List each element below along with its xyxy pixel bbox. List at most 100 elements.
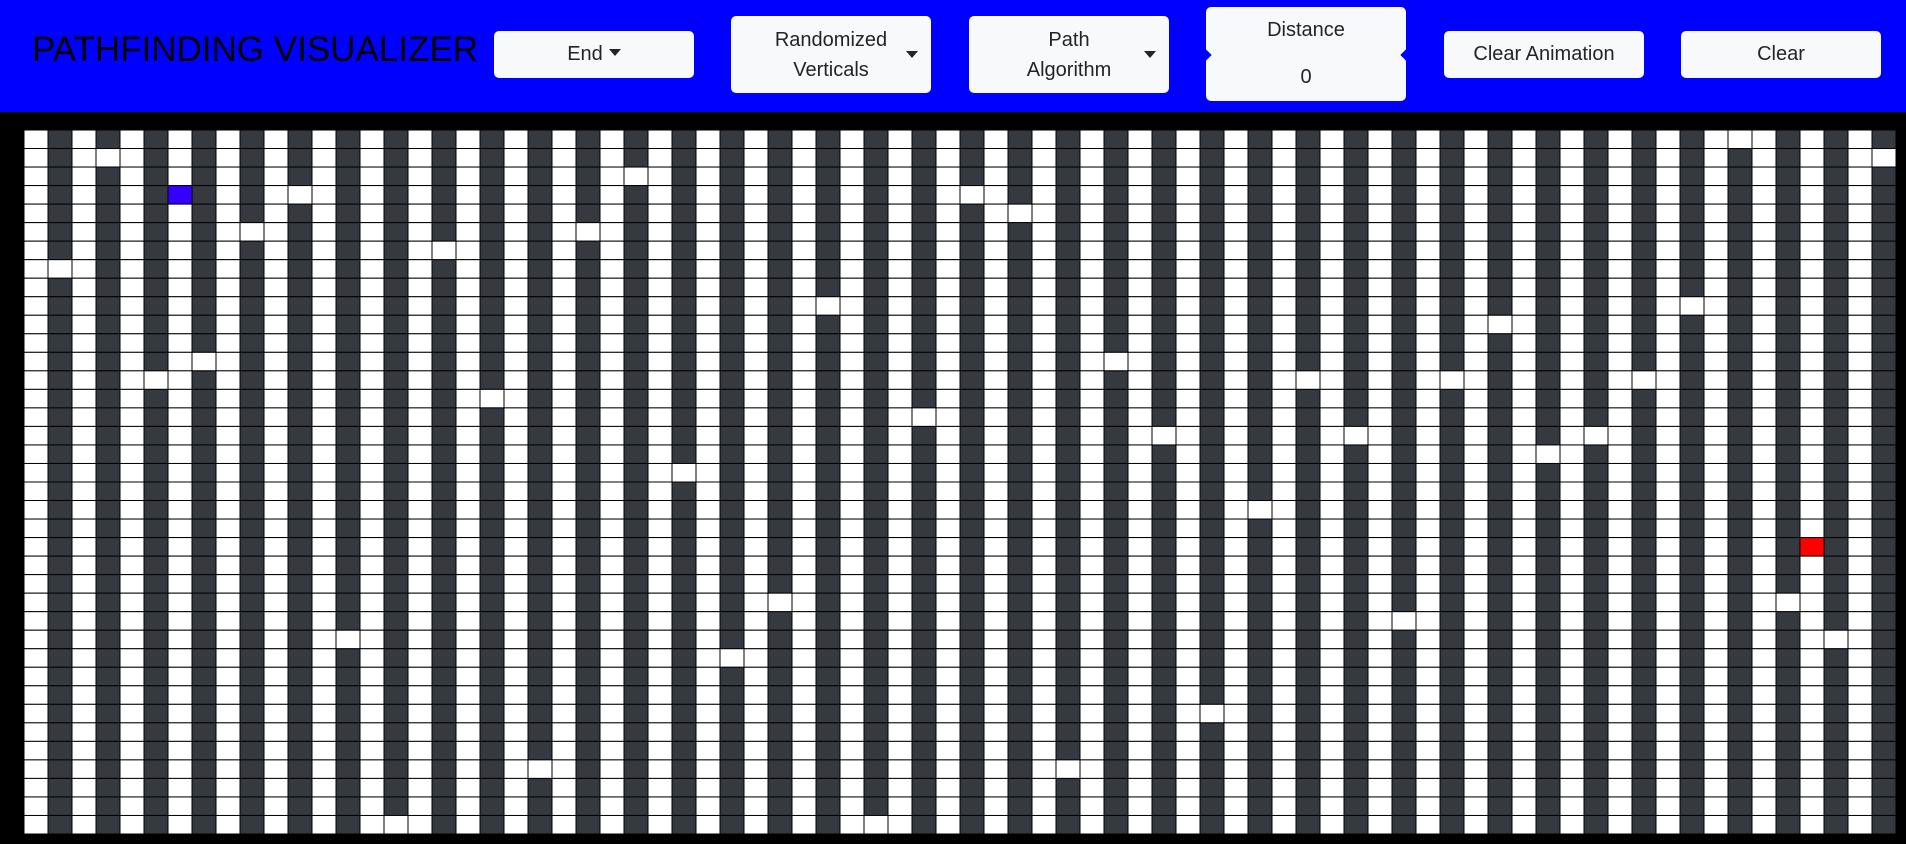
grid-cell[interactable] [1655,537,1681,557]
wall-cell[interactable] [239,333,265,353]
wall-cell[interactable] [1871,574,1896,594]
grid-cell[interactable] [71,814,97,834]
wall-cell[interactable] [911,148,937,168]
wall-cell[interactable] [479,740,505,761]
wall-cell[interactable] [191,407,217,427]
grid-cell[interactable] [887,611,913,631]
wall-cell[interactable] [623,333,649,353]
grid-cell[interactable] [503,648,529,668]
grid-cell[interactable] [791,777,817,798]
grid-cell[interactable] [1559,148,1585,168]
grid-cell[interactable] [167,703,193,724]
wall-cell[interactable] [959,648,985,668]
grid-cell[interactable] [311,481,337,502]
grid-cell[interactable] [1559,333,1585,353]
grid-cell[interactable] [743,629,769,650]
wall-cell[interactable] [1199,444,1225,464]
grid-cell[interactable] [167,537,193,557]
wall-cell[interactable] [47,444,73,464]
wall-cell[interactable] [431,444,457,464]
wall-cell[interactable] [1727,259,1753,279]
grid-cell[interactable] [215,685,241,705]
grid-cell[interactable] [119,666,145,687]
grid-cell[interactable] [935,314,961,335]
wall-cell[interactable] [719,185,745,205]
grid-cell[interactable] [1655,814,1681,834]
wall-cell[interactable] [1631,296,1657,316]
grid-cell[interactable] [263,222,289,242]
grid-cell[interactable] [1655,166,1681,187]
grid-cell[interactable] [503,666,529,687]
grid-cell[interactable] [455,203,481,224]
grid-cell[interactable] [1271,537,1297,557]
wall-cell[interactable] [1343,277,1369,298]
grid-cell[interactable] [119,740,145,761]
grid-cell[interactable] [647,370,673,390]
wall-cell[interactable] [1391,481,1417,502]
grid-cell[interactable] [1127,759,1153,779]
wall-cell[interactable] [383,333,409,353]
grid-cell[interactable] [791,185,817,205]
wall-cell[interactable] [1727,518,1753,539]
grid-cell[interactable] [359,259,385,279]
wall-cell[interactable] [143,592,169,613]
wall-cell[interactable] [1727,425,1753,446]
wall-cell[interactable] [1439,388,1465,409]
grid-cell[interactable] [1751,407,1777,427]
wall-cell[interactable] [1103,370,1129,390]
grid-cell[interactable] [71,555,97,576]
wall-cell[interactable] [1487,130,1513,150]
wall-cell[interactable] [1439,130,1465,150]
grid-cell[interactable] [1319,685,1345,705]
wall-cell[interactable] [191,574,217,594]
grid-cell[interactable] [455,166,481,187]
grid-cell[interactable] [1367,240,1393,261]
wall-cell[interactable] [575,351,601,372]
grid-cell[interactable] [24,574,49,594]
grid-cell[interactable] [407,351,433,372]
wall-cell[interactable] [335,555,361,576]
grid-cell[interactable] [695,314,721,335]
wall-cell[interactable] [335,351,361,372]
grid-cell[interactable] [1703,333,1729,353]
grid-cell[interactable] [1031,185,1057,205]
grid-cell[interactable] [695,333,721,353]
wall-cell[interactable] [1247,629,1273,650]
wall-cell[interactable] [479,444,505,464]
grid-cell[interactable] [503,740,529,761]
grid-cell[interactable] [1799,148,1825,168]
wall-cell[interactable] [815,592,841,613]
grid-cell[interactable] [623,166,649,187]
grid-cell[interactable] [503,277,529,298]
wall-cell[interactable] [1247,703,1273,724]
wall-cell[interactable] [719,500,745,520]
grid-cell[interactable] [24,814,49,834]
wall-cell[interactable] [479,259,505,279]
grid-cell[interactable] [1463,518,1489,539]
grid-cell[interactable] [1703,648,1729,668]
wall-cell[interactable] [1871,685,1896,705]
wall-cell[interactable] [383,611,409,631]
grid-cell[interactable] [1415,388,1441,409]
wall-cell[interactable] [1583,703,1609,724]
grid-cell[interactable] [1799,481,1825,502]
wall-cell[interactable] [1679,518,1705,539]
wall-cell[interactable] [1535,166,1561,187]
grid-cell[interactable] [1223,130,1249,150]
grid-cell[interactable] [1463,814,1489,834]
wall-cell[interactable] [1007,555,1033,576]
grid-cell[interactable] [119,759,145,779]
grid-cell[interactable] [1463,351,1489,372]
grid-cell[interactable] [1175,222,1201,242]
wall-cell[interactable] [1871,425,1896,446]
wall-cell[interactable] [1727,444,1753,464]
wall-cell[interactable] [671,130,697,150]
grid-cell[interactable] [1175,351,1201,372]
grid-cell[interactable] [983,537,1009,557]
wall-cell[interactable] [1247,203,1273,224]
wall-cell[interactable] [527,333,553,353]
wall-cell[interactable] [527,148,553,168]
grid-cell[interactable] [1079,222,1105,242]
wall-cell[interactable] [143,388,169,409]
wall-cell[interactable] [239,351,265,372]
